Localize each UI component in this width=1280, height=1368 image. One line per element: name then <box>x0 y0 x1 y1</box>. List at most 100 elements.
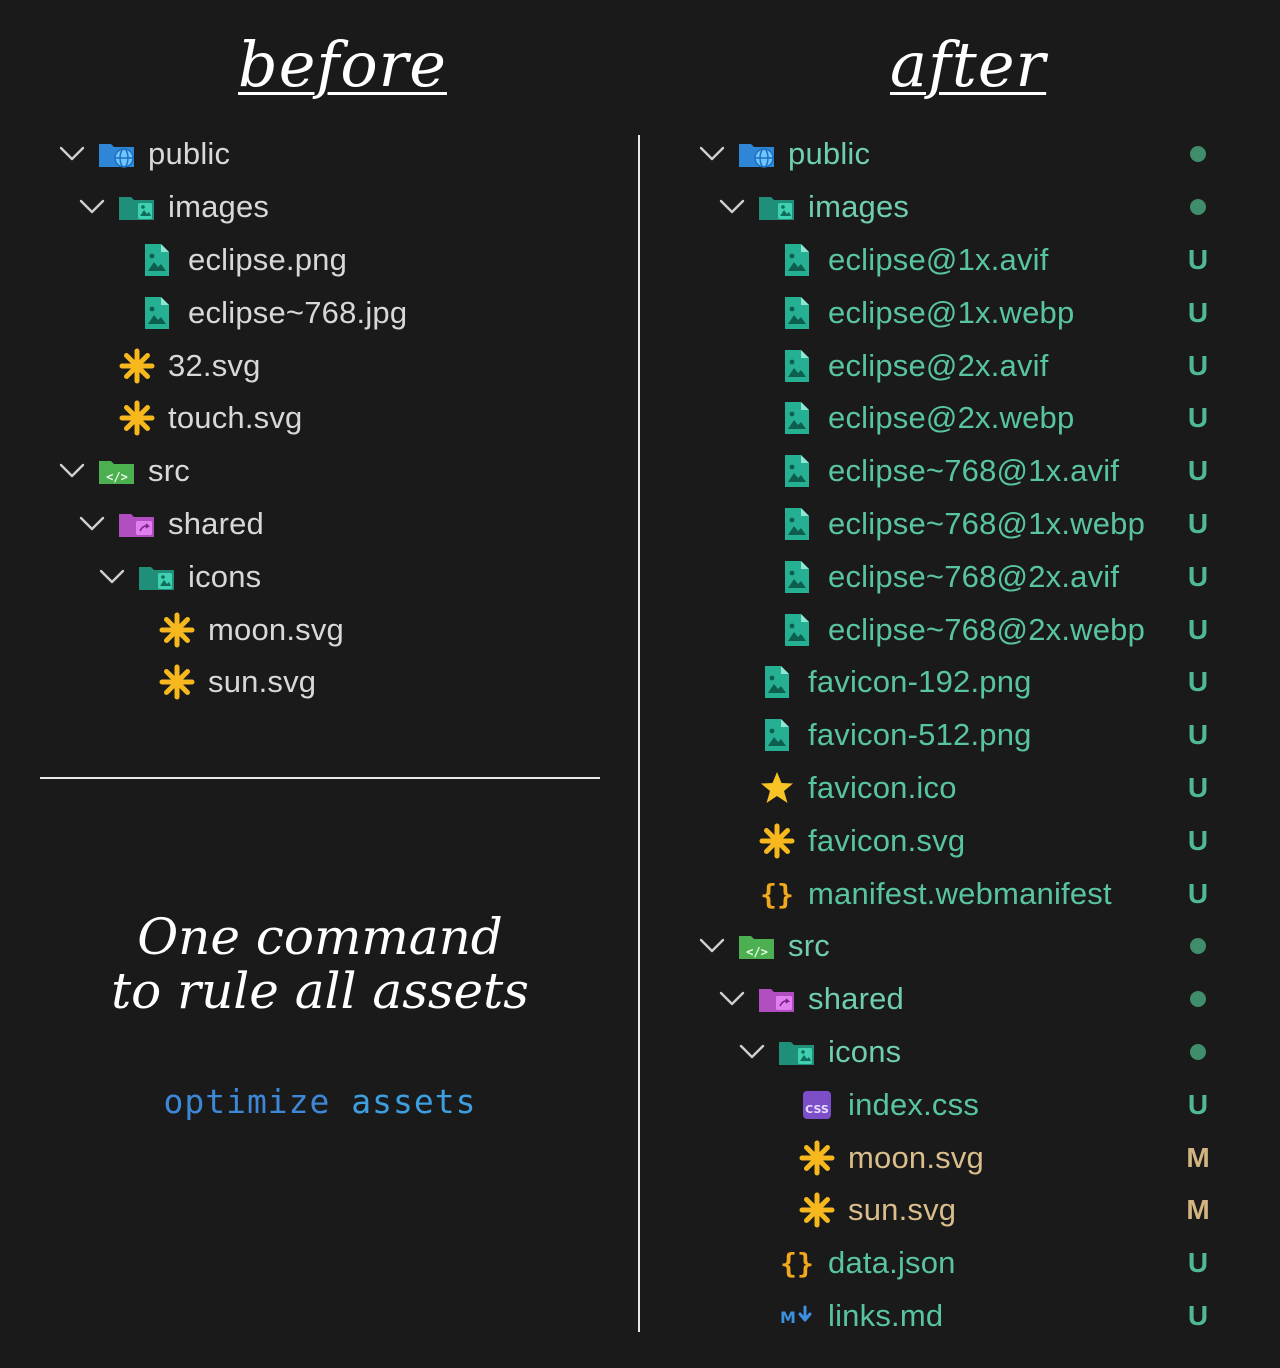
tree-item-label: eclipse@1x.webp <box>828 294 1075 330</box>
tree-item-label: manifest.webmanifest <box>808 875 1112 911</box>
svg-file-icon <box>798 1192 836 1228</box>
tree-item-label: public <box>148 136 231 172</box>
git-modified-folder-dot <box>1178 973 1218 1026</box>
tree-file-row[interactable]: CSS index.css U <box>698 1078 1238 1131</box>
tree-item-label: favicon-512.png <box>808 717 1032 753</box>
folder-images-icon <box>758 190 796 224</box>
tree-file-row[interactable]: 32.svg <box>58 339 618 392</box>
tree-file-row[interactable]: moon.svg M <box>698 1131 1238 1184</box>
git-status-badge: M <box>1186 1194 1210 1226</box>
tree-file-row[interactable]: favicon.ico U <box>698 762 1238 815</box>
tree-item-label: eclipse~768@2x.webp <box>828 611 1146 647</box>
chevron-down-icon[interactable] <box>58 457 86 485</box>
tree-file-row[interactable]: Mlinks.md U <box>698 1290 1238 1343</box>
svg-file-icon <box>158 612 196 648</box>
chevron-down-icon[interactable] <box>78 193 106 221</box>
folder-images-icon <box>778 1035 816 1069</box>
git-status-badge: U <box>1187 824 1209 856</box>
image-file-icon <box>778 401 816 435</box>
tree-file-row[interactable]: touch.svg <box>58 392 618 445</box>
tree-file-row[interactable]: favicon-512.png U <box>698 709 1238 762</box>
tree-file-row[interactable]: eclipse@2x.webp U <box>698 392 1238 445</box>
tree-folder-row[interactable]: </> src <box>698 920 1238 973</box>
vertical-divider <box>638 135 640 1332</box>
tree-item-label: eclipse@2x.webp <box>828 400 1075 436</box>
status-dot <box>1190 199 1206 216</box>
tree-folder-row[interactable]: icons <box>58 550 618 603</box>
git-status-badge: U <box>1187 719 1209 751</box>
after-file-tree: public images eclipse@1x.avif Ueclipse@1x.w… <box>698 128 1238 1342</box>
tree-file-row[interactable]: {} data.json U <box>698 1237 1238 1290</box>
chevron-down-icon[interactable] <box>718 985 746 1013</box>
tree-item-label: public <box>788 136 871 172</box>
folder-src-icon: </> <box>98 454 136 488</box>
tree-folder-row[interactable]: </> src <box>58 445 618 498</box>
tree-item-label: favicon-192.png <box>808 664 1032 700</box>
git-status-badge: U <box>1187 1088 1209 1120</box>
before-heading: before <box>238 28 447 101</box>
json-braces-icon: {} <box>758 877 796 911</box>
tree-item-label: eclipse~768@1x.webp <box>828 505 1146 541</box>
tree-folder-row[interactable]: images <box>58 181 618 234</box>
tree-file-row[interactable]: sun.svg <box>58 656 618 709</box>
tree-file-row[interactable]: eclipse~768.jpg <box>58 286 618 339</box>
before-file-tree: public images eclipse.png eclipse~768.jpg 32… <box>58 128 618 709</box>
svg-file-icon <box>158 664 196 700</box>
tree-file-row[interactable]: {} manifest.webmanifest U <box>698 867 1238 920</box>
tree-folder-row[interactable]: public <box>58 128 618 181</box>
chevron-down-icon[interactable] <box>698 932 726 960</box>
git-modified-folder-dot <box>1178 128 1218 181</box>
status-dot <box>1190 1043 1206 1060</box>
tree-file-row[interactable]: eclipse~768@2x.avif U <box>698 550 1238 603</box>
chevron-down-icon[interactable] <box>78 510 106 538</box>
tree-file-row[interactable]: eclipse.png <box>58 234 618 287</box>
tree-item-label: eclipse@1x.avif <box>828 241 1049 277</box>
tree-file-row[interactable]: eclipse@1x.avif U <box>698 234 1238 287</box>
tree-item-label: moon.svg <box>848 1139 984 1175</box>
css-file-icon: CSS <box>798 1088 836 1122</box>
tree-folder-row[interactable]: public <box>698 128 1238 181</box>
image-file-icon <box>758 665 796 699</box>
image-file-icon <box>778 349 816 383</box>
tree-folder-row[interactable]: images <box>698 181 1238 234</box>
tree-file-row[interactable]: sun.svg M <box>698 1184 1238 1237</box>
folder-public-icon <box>98 137 136 171</box>
tree-file-row[interactable]: favicon.svg U <box>698 814 1238 867</box>
tree-file-row[interactable]: moon.svg <box>58 603 618 656</box>
image-file-icon <box>778 507 816 541</box>
git-status-badge: U <box>1187 1299 1209 1331</box>
tree-file-row[interactable]: eclipse~768@1x.webp U <box>698 498 1238 551</box>
tree-file-row[interactable]: eclipse~768@1x.avif U <box>698 445 1238 498</box>
tree-item-label: index.css <box>848 1086 980 1122</box>
tree-file-row[interactable]: favicon-192.png U <box>698 656 1238 709</box>
command-word-assets: assets <box>351 1082 477 1121</box>
tree-folder-row[interactable]: icons <box>698 1026 1238 1079</box>
tree-folder-row[interactable]: shared <box>698 973 1238 1026</box>
tree-item-label: eclipse@2x.avif <box>828 347 1049 383</box>
git-modified-folder-dot <box>1178 920 1218 973</box>
chevron-down-icon[interactable] <box>698 140 726 168</box>
chevron-down-icon[interactable] <box>98 563 126 591</box>
tree-file-row[interactable]: eclipse~768@2x.webp U <box>698 603 1238 656</box>
chevron-down-icon[interactable] <box>738 1038 766 1066</box>
tree-file-row[interactable]: eclipse@2x.avif U <box>698 339 1238 392</box>
tree-item-label: images <box>808 189 910 225</box>
git-status-badge: U <box>1187 560 1209 592</box>
tree-folder-row[interactable]: shared <box>58 498 618 551</box>
git-status-badge: U <box>1187 296 1209 328</box>
chevron-down-icon[interactable] <box>718 193 746 221</box>
chevron-down-icon[interactable] <box>58 140 86 168</box>
tree-file-row[interactable]: eclipse@1x.webp U <box>698 286 1238 339</box>
tagline-line-1: One command <box>137 908 503 966</box>
